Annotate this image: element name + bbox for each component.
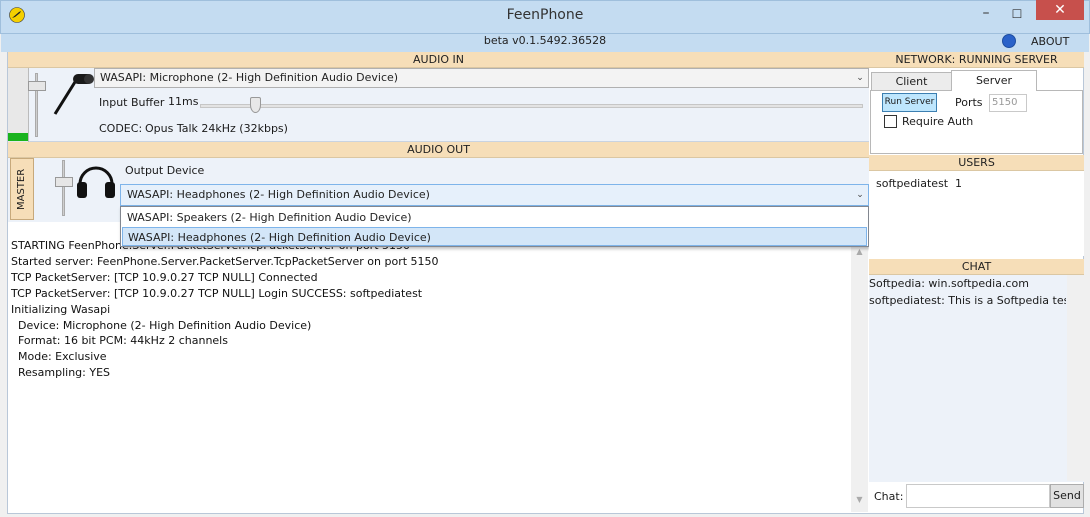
chat-scrollbar[interactable] bbox=[1067, 275, 1084, 481]
ports-label: Ports bbox=[955, 96, 983, 109]
about-link[interactable]: ABOUT bbox=[1031, 35, 1069, 48]
window-title: FeenPhone bbox=[506, 7, 584, 23]
require-auth-label[interactable]: Require Auth bbox=[902, 115, 973, 128]
send-button[interactable]: Send bbox=[1050, 484, 1084, 508]
chat-message: Softpedia: win.softpedia.com bbox=[869, 277, 1029, 290]
input-level-meter bbox=[8, 68, 29, 142]
chat-input[interactable] bbox=[906, 484, 1050, 508]
log-line: Initializing Wasapi bbox=[11, 302, 111, 316]
chevron-down-icon[interactable]: ⌄ bbox=[852, 68, 868, 88]
output-device-label: Output Device bbox=[125, 164, 205, 177]
log-line: Mode: Exclusive bbox=[11, 350, 107, 364]
output-volume-slider[interactable] bbox=[62, 160, 65, 216]
chevron-down-icon[interactable]: ⌄ bbox=[852, 184, 868, 206]
scroll-down-icon[interactable]: ▼ bbox=[851, 495, 868, 509]
users-header: USERS bbox=[869, 155, 1084, 171]
codec-label: CODEC: bbox=[99, 122, 143, 135]
log-line: Resampling: YES bbox=[11, 366, 110, 380]
output-device-dropdown: WASAPI: Speakers (2- High Definition Aud… bbox=[120, 206, 869, 247]
output-volume-thumb[interactable] bbox=[55, 177, 73, 187]
input-buffer-value: 11ms bbox=[168, 95, 199, 108]
microphone-icon bbox=[53, 74, 94, 115]
maximize-button[interactable]: ☐ bbox=[1004, 4, 1030, 24]
input-level-fill bbox=[8, 133, 28, 141]
input-volume-thumb[interactable] bbox=[28, 81, 46, 91]
log-line: TCP PacketServer: [TCP 10.9.0.27 TCP NUL… bbox=[11, 270, 318, 284]
tab-server[interactable]: Server bbox=[951, 70, 1037, 91]
dropdown-option-headphones[interactable]: WASAPI: Headphones (2- High Definition A… bbox=[122, 227, 867, 246]
chat-input-label: Chat: bbox=[874, 490, 904, 503]
about-icon[interactable] bbox=[1002, 34, 1016, 48]
input-device-select[interactable]: WASAPI: Microphone (2- High Definition A… bbox=[94, 68, 869, 88]
close-button[interactable]: ✕ bbox=[1036, 0, 1084, 20]
version-label: beta v0.1.5492.36528 bbox=[483, 34, 607, 47]
require-auth-checkbox[interactable] bbox=[884, 115, 897, 128]
dropdown-option-speakers[interactable]: WASAPI: Speakers (2- High Definition Aud… bbox=[122, 208, 867, 227]
ports-input[interactable]: 5150 bbox=[989, 94, 1027, 112]
master-label[interactable]: MASTER bbox=[10, 158, 34, 220]
output-device-select[interactable]: WASAPI: Headphones (2- High Definition A… bbox=[120, 184, 869, 206]
input-buffer-thumb[interactable] bbox=[250, 97, 261, 113]
minimize-button[interactable]: – bbox=[973, 4, 999, 24]
user-name[interactable]: softpediatest bbox=[876, 177, 948, 190]
scroll-up-icon[interactable]: ▲ bbox=[851, 247, 868, 261]
log-scrollbar[interactable] bbox=[851, 247, 868, 512]
log-line: TCP PacketServer: [TCP 10.9.0.27 TCP NUL… bbox=[11, 286, 423, 300]
log-line: Device: Microphone (2- High Definition A… bbox=[11, 318, 312, 332]
chat-message: softpediatest: This is a Softpedia test, bbox=[869, 294, 1066, 307]
log-line: Format: 16 bit PCM: 44kHz 2 channels bbox=[11, 334, 228, 348]
codec-value: Opus Talk 24kHz (32kbps) bbox=[145, 122, 288, 135]
network-header: NETWORK: RUNNING SERVER bbox=[869, 52, 1084, 68]
log-pane: STARTING FeenPhone.Server.PacketServer.T… bbox=[11, 238, 849, 381]
chat-header: CHAT bbox=[869, 259, 1084, 275]
user-count: 1 bbox=[955, 177, 962, 190]
input-buffer-slider[interactable] bbox=[200, 104, 863, 108]
tab-client[interactable]: Client bbox=[871, 72, 952, 91]
audio-out-header: AUDIO OUT bbox=[8, 142, 869, 158]
run-server-button[interactable]: Run Server bbox=[882, 93, 937, 112]
audio-in-header: AUDIO IN bbox=[8, 52, 869, 68]
input-buffer-label: Input Buffer bbox=[99, 96, 165, 109]
headphones-icon bbox=[77, 166, 115, 198]
log-line: Started server: FeenPhone.Server.PacketS… bbox=[11, 254, 439, 268]
